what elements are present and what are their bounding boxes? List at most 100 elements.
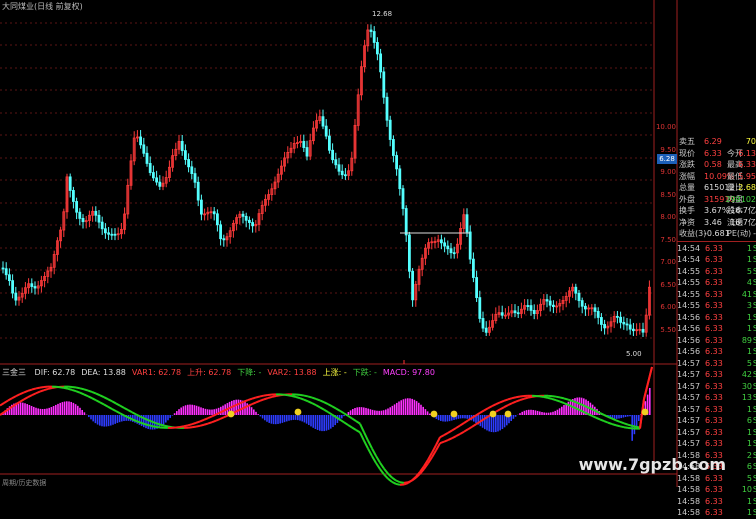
candle-body: [578, 293, 580, 300]
dif-line: [468, 427, 472, 429]
candle-body: [2, 268, 4, 269]
macd-bar: [277, 415, 279, 424]
macd-bar: [526, 410, 528, 415]
candle-body: [552, 305, 554, 306]
tick-time: 14:57: [677, 381, 700, 393]
dea-line: [104, 405, 108, 407]
tick-time: 14:56: [677, 323, 700, 335]
macd-bar: [279, 415, 281, 423]
tick-time: 14:55: [677, 300, 700, 312]
dea-line: [376, 463, 380, 469]
candle-body: [405, 209, 407, 235]
candle-body: [604, 324, 606, 327]
macd-bar: [416, 401, 418, 415]
kline-chart[interactable]: [0, 0, 756, 487]
dea-line: [64, 388, 68, 389]
dif-line: [624, 423, 628, 424]
indicator-bar[interactable]: 三金三 DIF: 62.78DEA: 13.88VAR1: 62.78上升: 6…: [2, 367, 447, 378]
candle-body: [72, 190, 74, 201]
tick-time: 14:57: [677, 438, 700, 450]
dif-line: [328, 404, 332, 406]
macd-bar: [539, 412, 541, 415]
macd-bar: [535, 410, 537, 415]
candle-body: [594, 308, 596, 312]
quote-row: 现价6.33今开6.13: [677, 148, 756, 160]
dif-line: [100, 395, 104, 397]
candle-body: [108, 233, 110, 234]
macd-bar: [447, 415, 449, 421]
tick-volume: 4: [747, 277, 752, 289]
macd-bar: [174, 413, 176, 415]
quote-value: 299102: [725, 194, 756, 206]
macd-bar: [343, 415, 345, 416]
dif-line: [124, 408, 128, 410]
indicator-value: MACD: 97.80: [383, 368, 435, 377]
quote-row: 涨幅10.09%最低5.95: [677, 171, 756, 183]
quote-value: 16.7亿: [730, 205, 756, 217]
macd-bar: [328, 415, 330, 430]
dea-line: [72, 390, 76, 391]
tick-volume: 42: [742, 369, 752, 381]
candle-body: [450, 249, 452, 253]
tick-volume: 1: [747, 496, 752, 508]
candle-body: [632, 329, 634, 331]
macd-bar: [18, 402, 20, 415]
indicator-name[interactable]: 三金三: [2, 368, 26, 377]
dif-line: [572, 401, 576, 402]
dea-line: [108, 407, 112, 409]
quote-value: -0.681: [704, 228, 730, 240]
dea-line: [344, 422, 348, 425]
quote-label: 外盘: [679, 194, 695, 206]
dea-line: [500, 401, 504, 403]
dif-line: [340, 411, 344, 413]
dea-line: [120, 413, 124, 415]
dea-line: [592, 416, 596, 418]
chart-title: 大同煤业(日线 前复权): [2, 1, 83, 12]
macd-bar: [211, 410, 213, 415]
tick-time: 14:58: [677, 484, 700, 496]
dif-line: [360, 424, 364, 433]
candle-body: [114, 234, 116, 235]
macd-bar: [68, 401, 70, 415]
dea-line: [316, 405, 320, 407]
price-axis-label: 7.00: [646, 258, 676, 266]
macd-bar: [273, 415, 275, 424]
macd-bar: [315, 415, 317, 429]
candle-body: [111, 234, 113, 235]
dea-line: [484, 408, 488, 410]
dif-line: [116, 403, 120, 405]
dea-line: [544, 397, 548, 398]
macd-bar: [40, 409, 42, 415]
tick-price: 6.33: [705, 335, 723, 347]
tick-time: 14:56: [677, 335, 700, 347]
quote-value: 6.33: [704, 148, 722, 160]
macd-bar: [266, 415, 268, 422]
macd-bar: [618, 415, 620, 419]
macd-bar: [268, 415, 270, 423]
dea-line: [96, 400, 100, 402]
dea-line: [264, 395, 268, 396]
macd-bar: [73, 403, 75, 415]
dif-line: [200, 425, 204, 426]
dif-line: [448, 438, 452, 440]
macd-bar: [306, 415, 308, 424]
macd-bar: [26, 404, 28, 415]
candle-body: [338, 165, 340, 171]
dif-line: [560, 397, 564, 398]
dea-line: [284, 395, 288, 396]
dif-line: [260, 399, 264, 400]
price-axis-label: 10.00: [646, 123, 676, 131]
indicator-value: 下降: -: [237, 368, 261, 377]
quote-value: 2.68: [738, 182, 756, 194]
dea-line: [328, 412, 332, 415]
tick-volume: 1: [747, 404, 752, 416]
macd-bar: [502, 415, 504, 429]
candle-body: [149, 163, 151, 172]
dif-line: [220, 417, 224, 419]
signal-coin: [431, 411, 438, 418]
macd-bar: [444, 415, 446, 422]
dea-line: [564, 403, 568, 405]
macd-bar: [288, 415, 290, 421]
candle-body: [501, 313, 503, 316]
dif-line: [312, 398, 316, 399]
